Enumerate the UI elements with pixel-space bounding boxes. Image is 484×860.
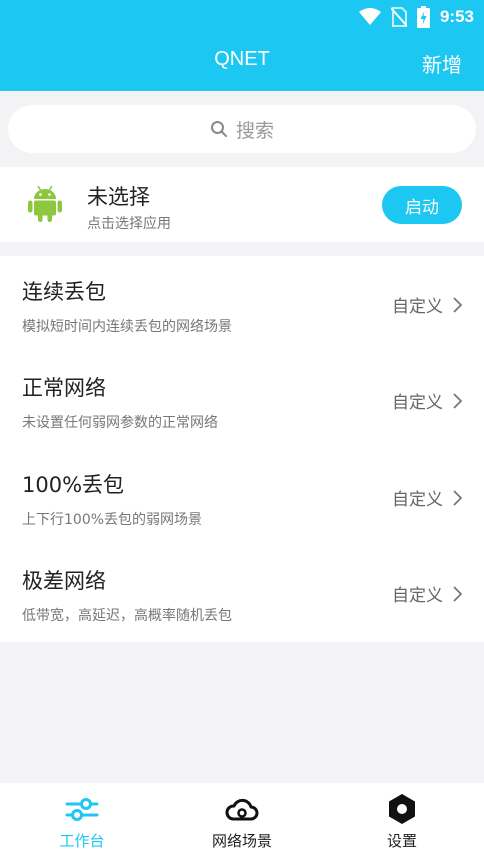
list-item[interactable]: 100%丢包 上下行100%丢包的弱网场景 自定义 [0,449,484,545]
scene-description: 未设置任何弱网参数的正常网络 [22,415,218,431]
start-button[interactable]: 启动 [382,186,462,224]
android-icon [28,185,62,222]
scene-description: 低带宽，高延迟，高概率随机丢包 [22,608,232,624]
sliders-icon [65,798,99,821]
cloud-icon [225,798,259,821]
list-item[interactable]: 正常网络 未设置任何弱网参数的正常网络 自定义 [0,352,484,448]
customize-label: 自定义 [392,393,443,413]
scene-title: 连续丢包 [22,280,106,304]
bottom-nav: 工作台 网络场景 设置 [0,783,484,860]
tab-label: 网络场景 [211,832,272,850]
customize-link[interactable]: 自定义 [392,292,462,317]
status-bar: 9:53 [358,6,474,28]
search-placeholder: 搜索 [235,119,274,142]
no-sim-icon [390,7,407,27]
scene-list: 连续丢包 模拟短时间内连续丢包的网络场景 自定义 正常网络 未设置任何弱网参数的… [0,256,484,642]
search-icon [210,121,227,137]
list-item[interactable]: 极差网络 低带宽，高延迟，高概率随机丢包 自定义 [0,545,484,641]
chevron-right-icon [453,392,462,409]
tab-label: 设置 [386,832,417,850]
app-hint: 点击选择应用 [87,216,171,232]
scene-title: 极差网络 [22,569,106,593]
status-time: 9:53 [439,7,474,26]
customize-label: 自定义 [392,490,443,510]
scene-description: 上下行100%丢包的弱网场景 [22,512,203,528]
customize-link[interactable]: 自定义 [392,581,462,606]
chevron-right-icon [453,585,462,602]
chevron-right-icon [453,296,462,313]
wifi-icon [358,8,381,25]
chevron-right-icon [453,489,462,506]
tab-workbench[interactable]: 工作台 [22,783,142,860]
customize-label: 自定义 [392,297,443,317]
app-selector[interactable]: 未选择 点击选择应用 启动 [0,167,484,242]
customize-link[interactable]: 自定义 [392,388,462,413]
list-item[interactable]: 连续丢包 模拟短时间内连续丢包的网络场景 自定义 [0,256,484,352]
scene-title: 100%丢包 [22,473,125,497]
scene-description: 模拟短时间内连续丢包的网络场景 [22,319,232,335]
tab-label: 工作台 [59,832,105,850]
app-name: 未选择 [87,185,150,209]
add-button[interactable]: 新增 [422,49,462,78]
customize-label: 自定义 [392,586,443,606]
battery-charging-icon [416,6,430,28]
scene-title: 正常网络 [22,376,106,400]
customize-link[interactable]: 自定义 [392,485,462,510]
search-input[interactable]: 搜索 [8,105,476,153]
settings-hex-icon [389,794,415,824]
page-title: QNET [214,48,270,70]
tab-network-scenes[interactable]: 网络场景 [182,783,302,860]
header: 9:53 QNET 新增 [0,0,484,91]
tab-settings[interactable]: 设置 [342,783,462,860]
